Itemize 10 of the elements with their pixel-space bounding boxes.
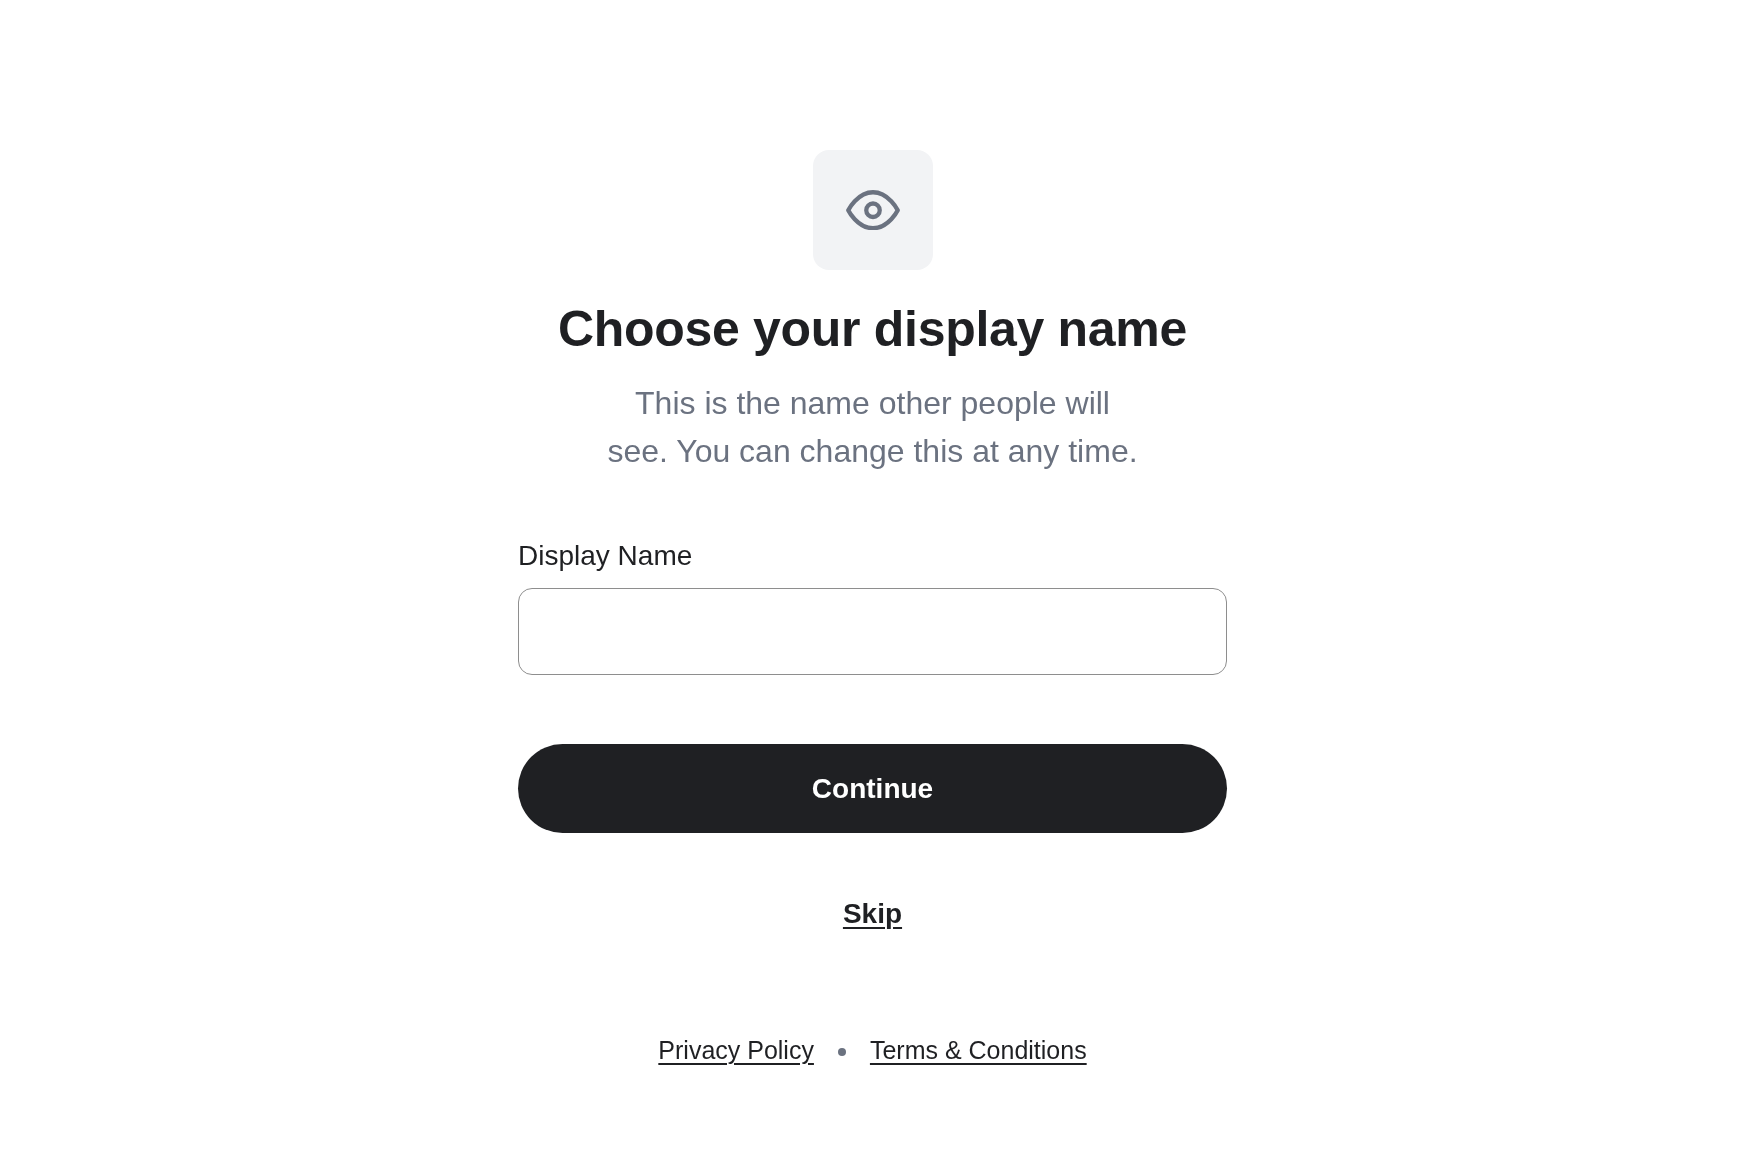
subtitle-text: This is the name other people will see. You can change this at any time. [606, 384, 1139, 471]
field-label: Display Name [518, 539, 693, 573]
continue-button[interactable]: Continue [518, 744, 1227, 833]
eye-icon [812, 150, 933, 270]
dot-icon [837, 1048, 846, 1056]
page-heading: Choose your display name [557, 300, 1188, 359]
skip-link[interactable]: Skip [842, 897, 903, 931]
footer-link[interactable]: Privacy Policy [658, 1035, 814, 1065]
display-name-field[interactable] [518, 588, 1227, 675]
footer-link[interactable]: Terms & Conditions [869, 1035, 1087, 1065]
